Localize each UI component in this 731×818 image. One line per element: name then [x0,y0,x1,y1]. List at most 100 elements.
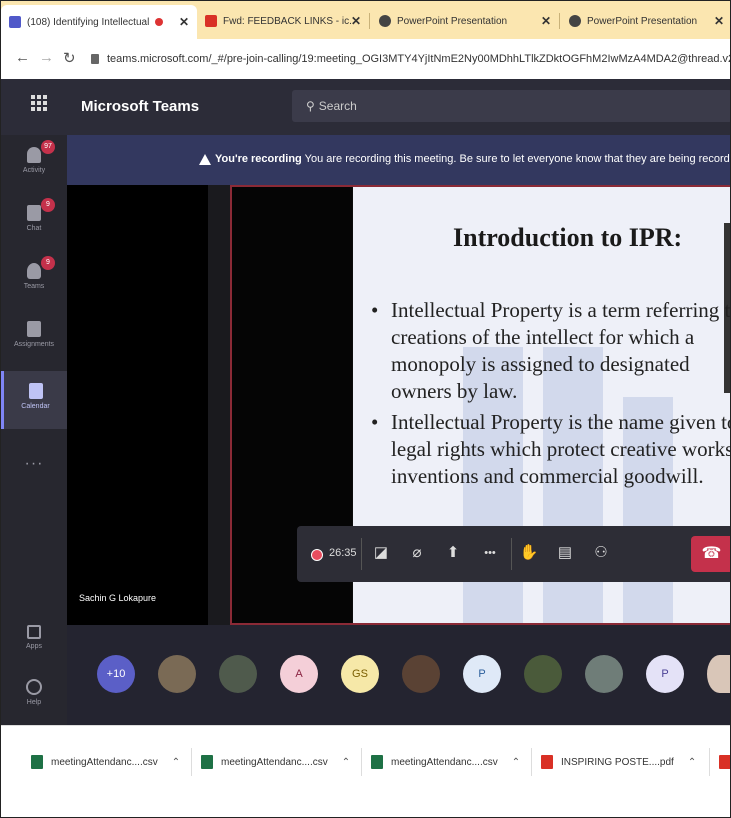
recording-banner: You're recording You are recording this … [67,135,731,185]
chevron-up-icon[interactable]: ⌃ [688,757,696,768]
pdf-file-icon [541,755,553,769]
rail-label: Chat [26,225,42,232]
url-field[interactable]: teams.microsoft.com/_#/pre-join-calling/… [91,47,730,71]
rail-label: Apps [26,643,42,650]
rail-item-assignments[interactable]: Assignments [1,309,67,367]
rail-label: Help [26,699,42,706]
presenter-video-tile[interactable]: Sachin G Lokapure [67,185,208,625]
download-divider [531,748,532,776]
participant-avatar[interactable] [585,655,623,693]
chevron-up-icon[interactable]: ⌃ [512,757,520,768]
participant-avatar[interactable]: P [646,655,684,693]
rail-label: Calendar [21,403,50,410]
recording-banner-title: You're recording [215,153,302,165]
csv-file-icon [201,755,213,769]
browser-favicon-icon [569,15,581,27]
download-item[interactable]: meetingAttendanc....csv ⌃ [31,750,180,774]
search-placeholder: Search [318,99,357,113]
camera-off-icon[interactable]: ◪ [371,542,391,564]
mic-off-icon[interactable]: ⌀ [407,542,427,564]
screenshot-frame: (108) Identifying Intellectual ✕ Fwd: FE… [0,0,731,818]
browser-tab-powerpoint-2[interactable]: PowerPoint Presentation ✕ [561,7,730,35]
browser-favicon-icon [379,15,391,27]
slide-bullet: • Intellectual Property is a term referri… [367,297,730,405]
download-item-partial[interactable] [719,750,730,774]
recording-banner-text: You're recording You are recording this … [215,153,731,165]
back-arrow-icon[interactable]: ← [15,49,30,66]
csv-file-icon [371,755,383,769]
calendar-icon [28,383,43,399]
presenter-name: Sachin G Lokapure [79,593,157,603]
search-input[interactable]: ⚲ Search [292,90,730,122]
download-filename: meetingAttendanc....csv [51,756,158,768]
chevron-up-icon[interactable]: ⌃ [342,757,350,768]
browser-tab-gmail[interactable]: Fwd: FEEDBACK LINKS - ic.poly ✕ [197,7,369,35]
rail-label: Teams [23,283,45,290]
rail-item-calendar[interactable]: Calendar [1,371,67,429]
lock-icon [91,54,99,64]
slide-bullet: • Intellectual Property is the name given… [367,409,730,490]
recording-banner-message: You are recording this meeting. Be sure … [304,153,731,165]
tab-close-icon[interactable]: ✕ [179,15,189,29]
browser-tab-strip: (108) Identifying Intellectual ✕ Fwd: FE… [1,1,730,39]
participant-avatar[interactable] [158,655,196,693]
participant-avatar[interactable]: A [280,655,318,693]
teams-favicon-icon [9,16,21,28]
participant-avatar-partial[interactable] [707,655,730,693]
rail-item-help[interactable]: Help [1,667,67,725]
teams-header: Microsoft Teams ⚲ Search [1,79,730,135]
browser-tab-teams[interactable]: (108) Identifying Intellectual ✕ [1,5,197,39]
controls-divider [511,538,512,570]
more-apps-icon[interactable]: ··· [1,455,67,473]
tab-close-icon[interactable]: ✕ [351,14,361,28]
rail-item-teams[interactable]: 9 Teams [1,251,67,309]
chat-panel-icon[interactable]: ▤ [555,542,575,564]
reload-icon[interactable]: ↻ [63,49,76,67]
rail-label: Activity [22,167,46,174]
more-participants-badge[interactable]: +10 [97,655,135,693]
tab-close-icon[interactable]: ✕ [714,14,724,28]
tab-title: Fwd: FEEDBACK LINKS - ic.poly [223,15,351,27]
controls-divider [361,538,362,570]
recording-dot-icon [311,549,323,561]
participants-icon[interactable]: ⚇ [591,542,611,564]
more-options-icon[interactable]: ••• [477,542,503,564]
gmail-favicon-icon [205,15,217,27]
download-item[interactable]: meetingAttendanc....csv ⌃ [201,750,350,774]
download-item[interactable]: meetingAttendanc....csv ⌃ [371,750,520,774]
help-icon [26,679,42,695]
rail-item-apps[interactable]: Apps [1,613,67,671]
rail-item-chat[interactable]: 9 Chat [1,193,67,251]
download-filename: INSPIRING POSTE....pdf [561,756,674,768]
participant-avatar[interactable] [402,655,440,693]
chevron-up-icon[interactable]: ⌃ [172,757,180,768]
tab-close-icon[interactable]: ✕ [541,14,551,28]
participant-avatar[interactable] [219,655,257,693]
download-divider [191,748,192,776]
meeting-stage: Sachin G Lokapure Introduction to IPR: •… [67,185,730,625]
bell-icon [27,147,41,163]
app-launcher-icon[interactable] [31,95,47,111]
rail-item-activity[interactable]: 97 Activity [1,135,67,193]
forward-arrow-icon[interactable]: → [39,49,54,66]
participant-avatar[interactable] [524,655,562,693]
call-timer: 26:35 [329,547,357,559]
warning-icon [199,154,211,165]
download-filename: meetingAttendanc....csv [221,756,328,768]
download-filename: meetingAttendanc....csv [391,756,498,768]
tab-title: (108) Identifying Intellectual [27,16,150,28]
activity-badge: 97 [41,140,55,154]
download-item[interactable]: INSPIRING POSTE....pdf ⌃ [541,750,696,774]
raise-hand-icon[interactable]: ✋ [519,542,539,564]
recording-indicator-icon [155,18,164,26]
csv-file-icon [31,755,43,769]
browser-tab-powerpoint-1[interactable]: PowerPoint Presentation ✕ [371,7,559,35]
tab-title: PowerPoint Presentation [397,15,508,27]
participant-avatar[interactable]: GS [341,655,379,693]
hang-up-button[interactable]: ☎ [691,536,730,572]
share-screen-icon[interactable]: ⬆ [443,542,463,564]
participant-avatar[interactable]: P [463,655,501,693]
assignments-icon [27,321,41,337]
participant-strip: +10 A GS P P [67,625,730,725]
search-icon: ⚲ [306,99,315,113]
